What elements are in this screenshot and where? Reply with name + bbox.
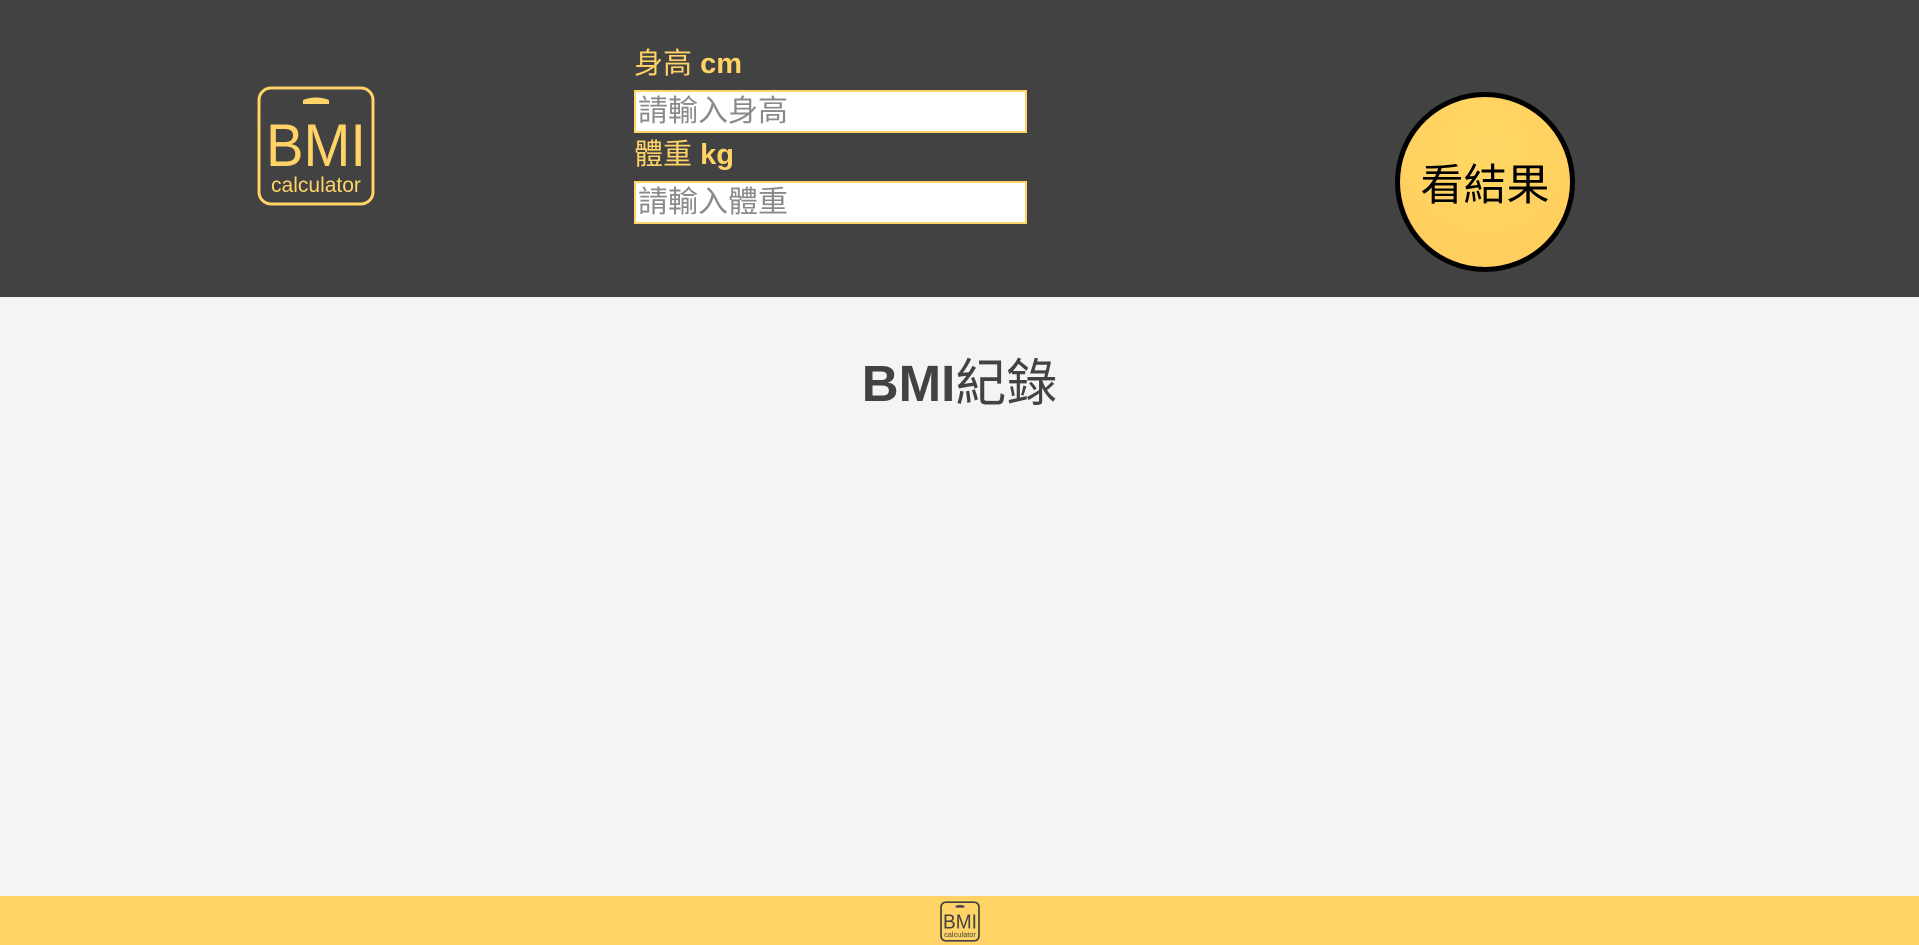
- records-title-suffix: 紀錄: [955, 355, 1058, 414]
- height-unit: cm: [700, 48, 742, 80]
- see-result-label: 看結果: [1420, 161, 1550, 211]
- footer-logo-sub-text: calculator: [944, 930, 976, 939]
- weight-label: 體重 kg: [634, 141, 734, 170]
- footer: BMI calculator: [0, 896, 1919, 945]
- weight-input[interactable]: [634, 181, 1027, 224]
- logo-sub-text: calculator: [271, 174, 361, 197]
- footer-bmi-logo-icon: BMI calculator: [940, 901, 980, 942]
- logo-main-text: BMI: [266, 112, 366, 179]
- see-result-button[interactable]: 看結果: [1395, 92, 1575, 272]
- weight-unit: kg: [700, 139, 734, 171]
- header: BMI calculator 身高 cm 體重 kg 看結果: [0, 0, 1919, 297]
- bmi-calculator-logo-icon: BMI calculator: [257, 86, 375, 206]
- weight-label-text: 體重: [634, 139, 693, 171]
- records-title: BMI紀錄: [0, 355, 1919, 414]
- height-label-text: 身高: [634, 48, 693, 80]
- records-title-bmi: BMI: [861, 355, 956, 412]
- height-label: 身高 cm: [634, 50, 742, 79]
- height-input[interactable]: [634, 90, 1027, 133]
